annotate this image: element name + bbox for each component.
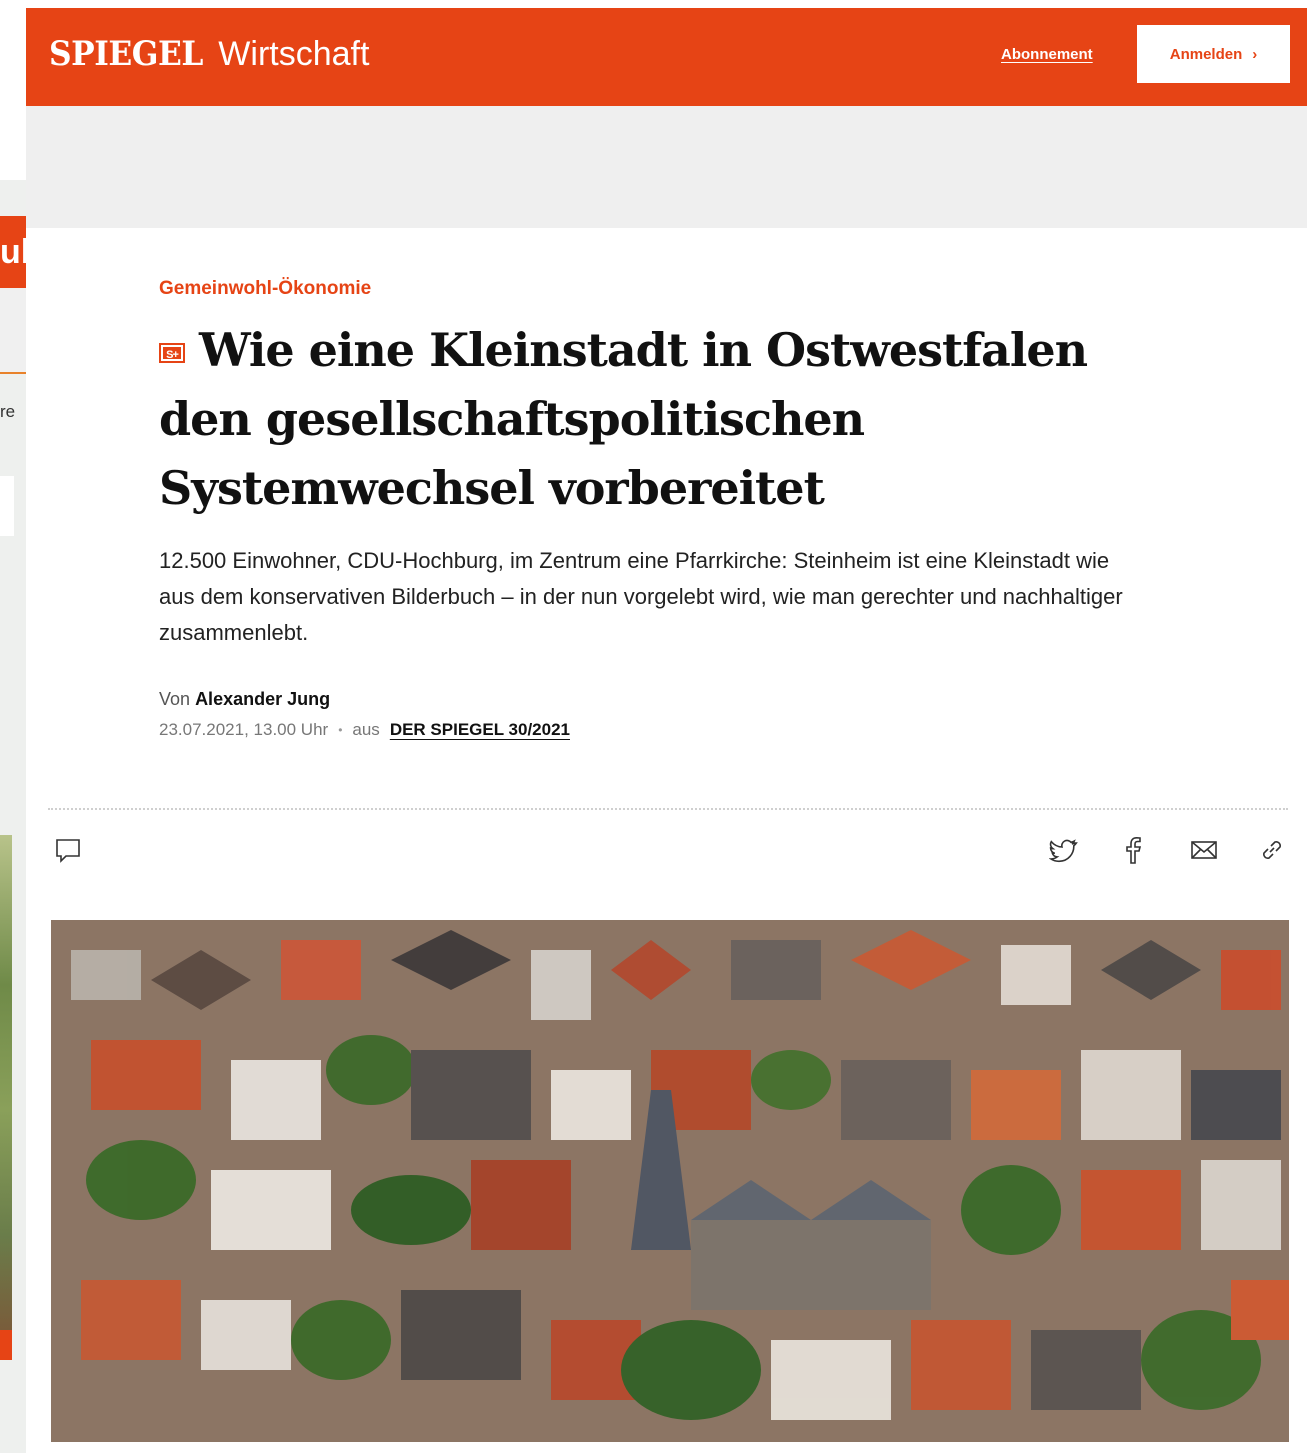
facebook-icon[interactable] <box>1117 834 1149 866</box>
background-panel <box>0 288 26 372</box>
article-lede: 12.500 Einwohner, CDU-Hochburg, im Zentr… <box>159 548 1123 645</box>
twitter-icon[interactable] <box>1048 834 1080 866</box>
article-header: Gemeinwohl-Ökonomie S+ Wie eine Kleinstad… <box>159 278 1139 740</box>
issue-link[interactable]: DER SPIEGEL 30/2021 <box>390 720 570 740</box>
aerial-town-illustration <box>51 920 1289 1442</box>
comment-icon[interactable] <box>52 834 84 866</box>
background-divider <box>0 372 26 374</box>
background-tab-text: ul <box>0 233 26 271</box>
article-hero-image <box>51 920 1289 1442</box>
site-header: SPIEGEL Wirtschaft Abonnement Anmelden › <box>26 8 1307 106</box>
article-kicker[interactable]: Gemeinwohl-Ökonomie <box>159 278 1139 300</box>
login-button[interactable]: Anmelden › <box>1137 25 1290 83</box>
section-title[interactable]: Wirtschaft <box>218 35 369 74</box>
publish-date: 23.07.2021, 13.00 Uhr <box>159 720 329 739</box>
background-window-edge: ul re <box>0 180 26 1453</box>
spiegel-logo[interactable]: SPIEGEL <box>49 34 203 74</box>
login-label: Anmelden <box>1169 45 1243 63</box>
mail-icon[interactable] <box>1188 834 1220 866</box>
article-meta: 23.07.2021, 13.00 Uhr • aus DER SPIEGEL … <box>159 720 1139 740</box>
background-photo <box>0 835 12 1335</box>
ad-placeholder <box>26 106 1307 228</box>
article-headline: S+ Wie eine Kleinstadt in Ostwestfalen de… <box>159 316 1139 523</box>
subscription-link[interactable]: Abonnement <box>1001 46 1093 63</box>
background-orange-bar <box>0 1330 12 1360</box>
issue-prefix: aus <box>352 720 380 739</box>
background-tab: ul <box>0 216 26 288</box>
background-side-text: re <box>0 402 16 421</box>
chevron-right-icon: › <box>1252 45 1258 63</box>
headline-text: Wie eine Kleinstadt in Ostwestfalen den … <box>159 323 1088 515</box>
link-icon[interactable] <box>1256 834 1288 866</box>
brand[interactable]: SPIEGEL Wirtschaft <box>49 34 369 74</box>
background-white-panel <box>0 476 14 536</box>
spiegel-plus-badge-icon: S+ <box>159 343 185 363</box>
meta-separator: • <box>338 723 343 737</box>
screen: ul re SPIEGEL Wirtschaft Abonnement Anme… <box>0 0 1307 1453</box>
toolbar-divider <box>48 808 1288 810</box>
byline-prefix: Von <box>159 689 191 709</box>
browser-content: SPIEGEL Wirtschaft Abonnement Anmelden ›… <box>26 8 1307 1453</box>
byline: Von Alexander Jung <box>159 689 1139 710</box>
author-link[interactable]: Alexander Jung <box>195 689 330 709</box>
